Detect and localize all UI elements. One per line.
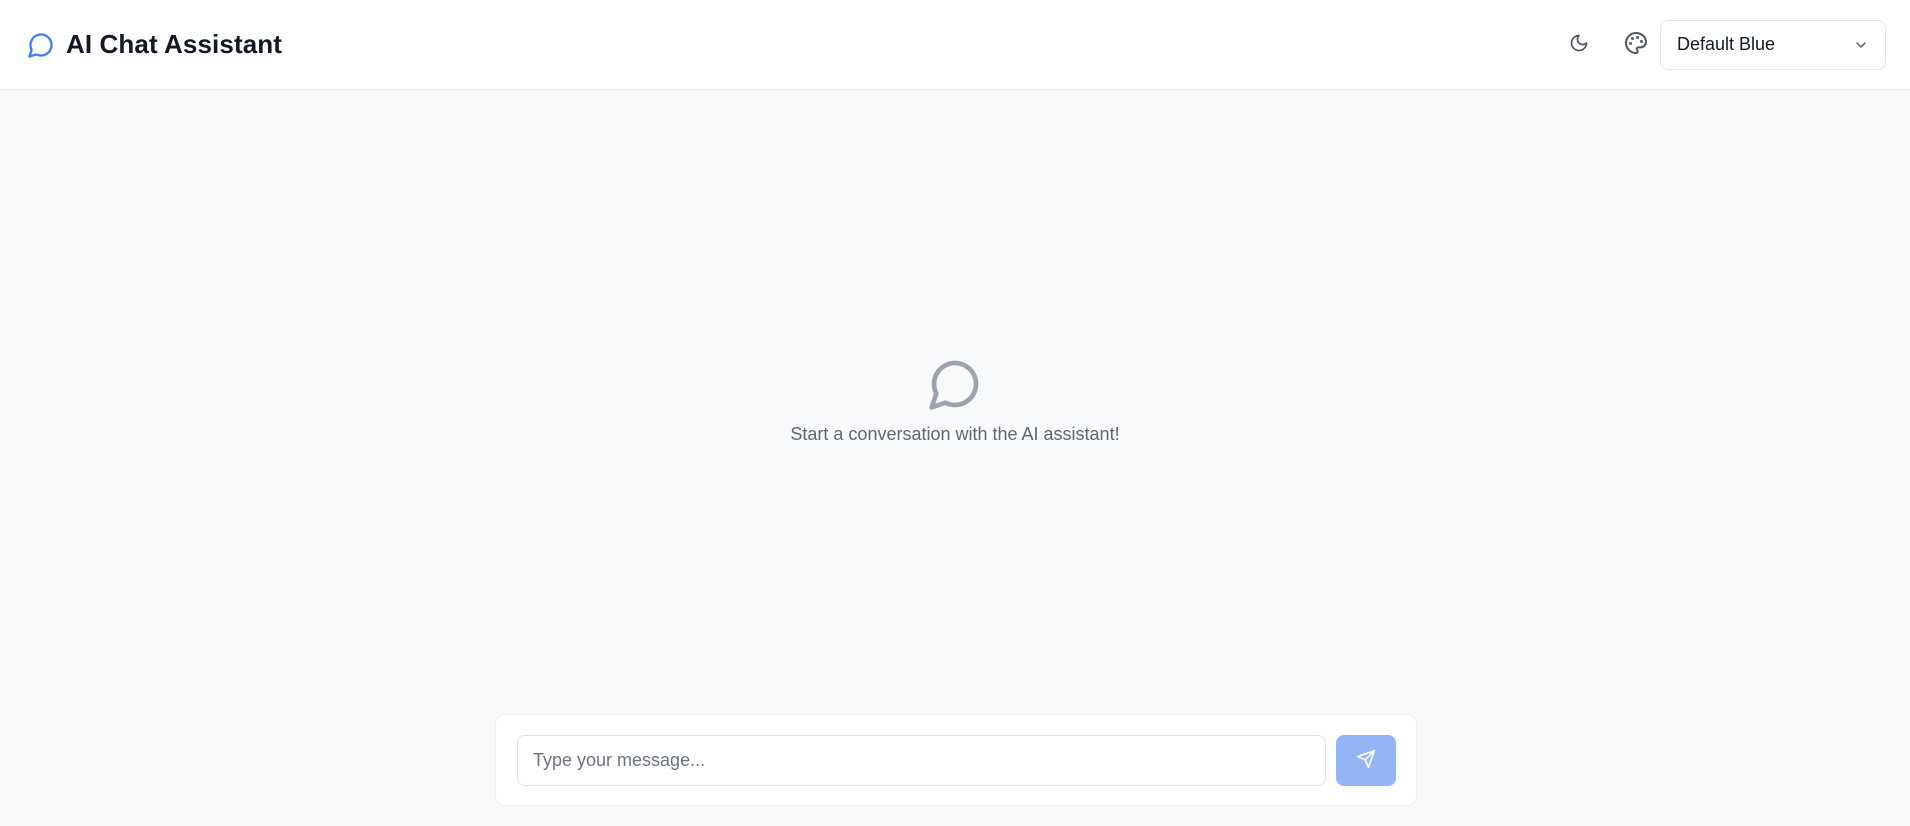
empty-state: Start a conversation with the AI assista… — [0, 356, 1910, 445]
app-root: AI Chat Assistant Default Blue Start a c… — [0, 0, 1910, 826]
theme-select-value: Default Blue — [1677, 34, 1776, 54]
send-icon — [1356, 749, 1376, 772]
message-circle-icon — [927, 356, 983, 412]
message-input[interactable] — [517, 734, 1326, 786]
app-title: AI Chat Assistant — [66, 29, 282, 59]
header-actions: Default Blue — [1557, 19, 1886, 70]
moon-icon — [1569, 33, 1589, 56]
app-header: AI Chat Assistant Default Blue — [0, 0, 1910, 90]
message-composer — [495, 714, 1417, 806]
palette-icon — [1624, 31, 1648, 58]
empty-state-text: Start a conversation with the AI assista… — [790, 424, 1120, 444]
chevron-down-icon — [1853, 37, 1869, 53]
send-button[interactable] — [1336, 734, 1396, 786]
theme-toggle-button[interactable] — [1557, 23, 1601, 67]
brand: AI Chat Assistant — [26, 29, 282, 60]
message-circle-icon — [26, 30, 56, 60]
palette-button[interactable] — [1614, 23, 1658, 67]
theme-select[interactable]: Default Blue — [1660, 19, 1886, 70]
